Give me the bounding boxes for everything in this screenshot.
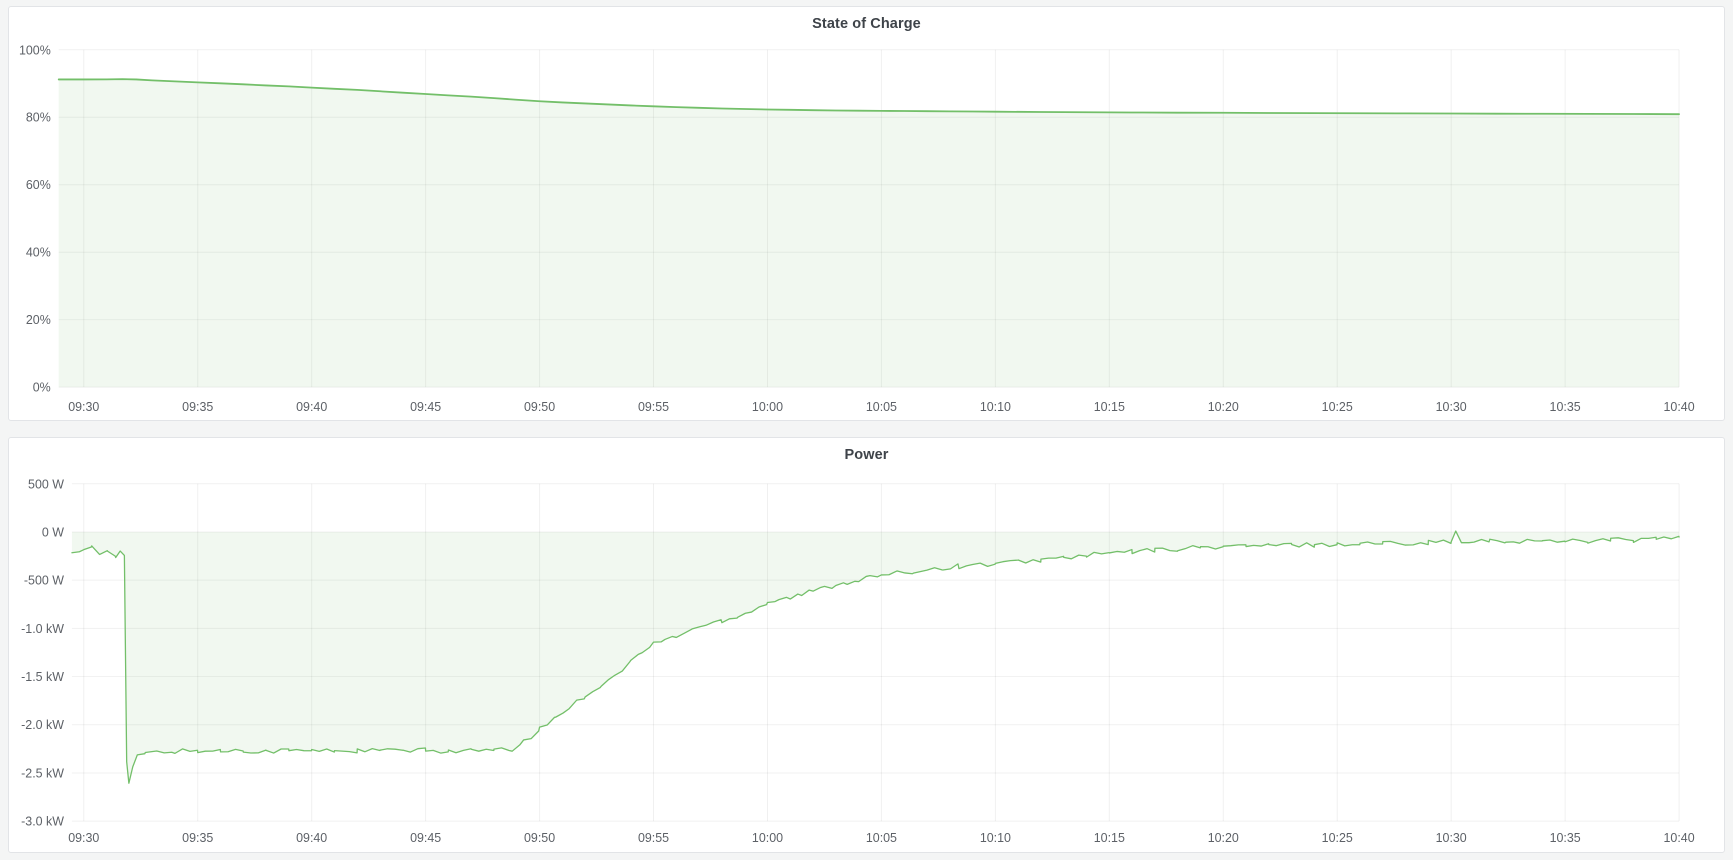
svg-text:-1.0 kW: -1.0 kW	[21, 622, 64, 636]
svg-text:09:45: 09:45	[410, 831, 441, 845]
svg-text:09:30: 09:30	[68, 831, 99, 845]
svg-text:10:05: 10:05	[866, 400, 897, 414]
svg-text:10:40: 10:40	[1664, 400, 1695, 414]
svg-text:-2.0 kW: -2.0 kW	[21, 718, 64, 732]
svg-text:10:35: 10:35	[1550, 831, 1581, 845]
svg-text:500 W: 500 W	[28, 477, 64, 491]
svg-text:09:35: 09:35	[182, 400, 213, 414]
svg-text:10:25: 10:25	[1322, 831, 1353, 845]
y-axis-labels: 500 W 0 W -500 W -1.0 kW -1.5 kW -2.0 kW -2.5 …	[21, 477, 64, 828]
state-of-charge-chart[interactable]: 100%80%60%40%20%0%09:3009:3509:4009:4509…	[9, 7, 1724, 420]
svg-text:09:50: 09:50	[524, 400, 555, 414]
svg-text:09:55: 09:55	[638, 400, 669, 414]
svg-text:10:05: 10:05	[866, 831, 897, 845]
svg-text:10:10: 10:10	[980, 831, 1011, 845]
svg-text:-2.5 kW: -2.5 kW	[21, 766, 64, 780]
svg-text:-1.5 kW: -1.5 kW	[21, 670, 64, 684]
svg-text:0 W: 0 W	[42, 525, 64, 539]
panel-state-of-charge: State of Charge 100%80%60%40%20%0%09:300…	[8, 6, 1725, 421]
svg-text:09:50: 09:50	[524, 831, 555, 845]
svg-text:60%: 60%	[26, 178, 51, 192]
svg-text:10:00: 10:00	[752, 400, 783, 414]
svg-text:09:35: 09:35	[182, 831, 213, 845]
svg-text:0%: 0%	[33, 381, 51, 395]
svg-text:10:00: 10:00	[752, 831, 783, 845]
svg-text:40%: 40%	[26, 246, 51, 260]
svg-text:80%: 80%	[26, 111, 51, 125]
svg-text:09:40: 09:40	[296, 400, 327, 414]
x-axis-labels: 09:30 09:35 09:40 09:45 09:50 09:55 10:00 10:05…	[68, 400, 1694, 414]
svg-text:10:40: 10:40	[1664, 831, 1695, 845]
series-area	[72, 531, 1679, 783]
svg-text:09:55: 09:55	[638, 831, 669, 845]
svg-text:10:10: 10:10	[980, 400, 1011, 414]
x-axis-labels: 09:30 09:35 09:40 09:45 09:50 09:55 10:00 10:05…	[68, 831, 1694, 845]
y-axis-labels: 100% 80% 60% 40% 20% 0%	[19, 43, 51, 394]
svg-text:20%: 20%	[26, 313, 51, 327]
svg-text:-3.0 kW: -3.0 kW	[21, 815, 64, 829]
svg-text:09:45: 09:45	[410, 400, 441, 414]
svg-text:09:40: 09:40	[296, 831, 327, 845]
series-area	[59, 79, 1679, 387]
svg-text:10:25: 10:25	[1322, 400, 1353, 414]
svg-text:10:20: 10:20	[1208, 400, 1239, 414]
svg-text:10:20: 10:20	[1208, 831, 1239, 845]
svg-text:100%: 100%	[19, 43, 51, 57]
svg-text:09:30: 09:30	[68, 400, 99, 414]
panel-power: Power 500 W0 W-500 W-1.0 kW-1.5 kW-2.0 k…	[8, 437, 1725, 853]
svg-text:10:15: 10:15	[1094, 831, 1125, 845]
svg-text:-500 W: -500 W	[24, 574, 64, 588]
svg-text:10:30: 10:30	[1436, 831, 1467, 845]
power-chart[interactable]: 500 W 0 W -500 W -1.0 kW -1.5 kW -2.0 kW -2.5 …	[9, 438, 1724, 852]
svg-text:10:30: 10:30	[1436, 400, 1467, 414]
svg-text:10:35: 10:35	[1550, 400, 1581, 414]
svg-text:10:15: 10:15	[1094, 400, 1125, 414]
